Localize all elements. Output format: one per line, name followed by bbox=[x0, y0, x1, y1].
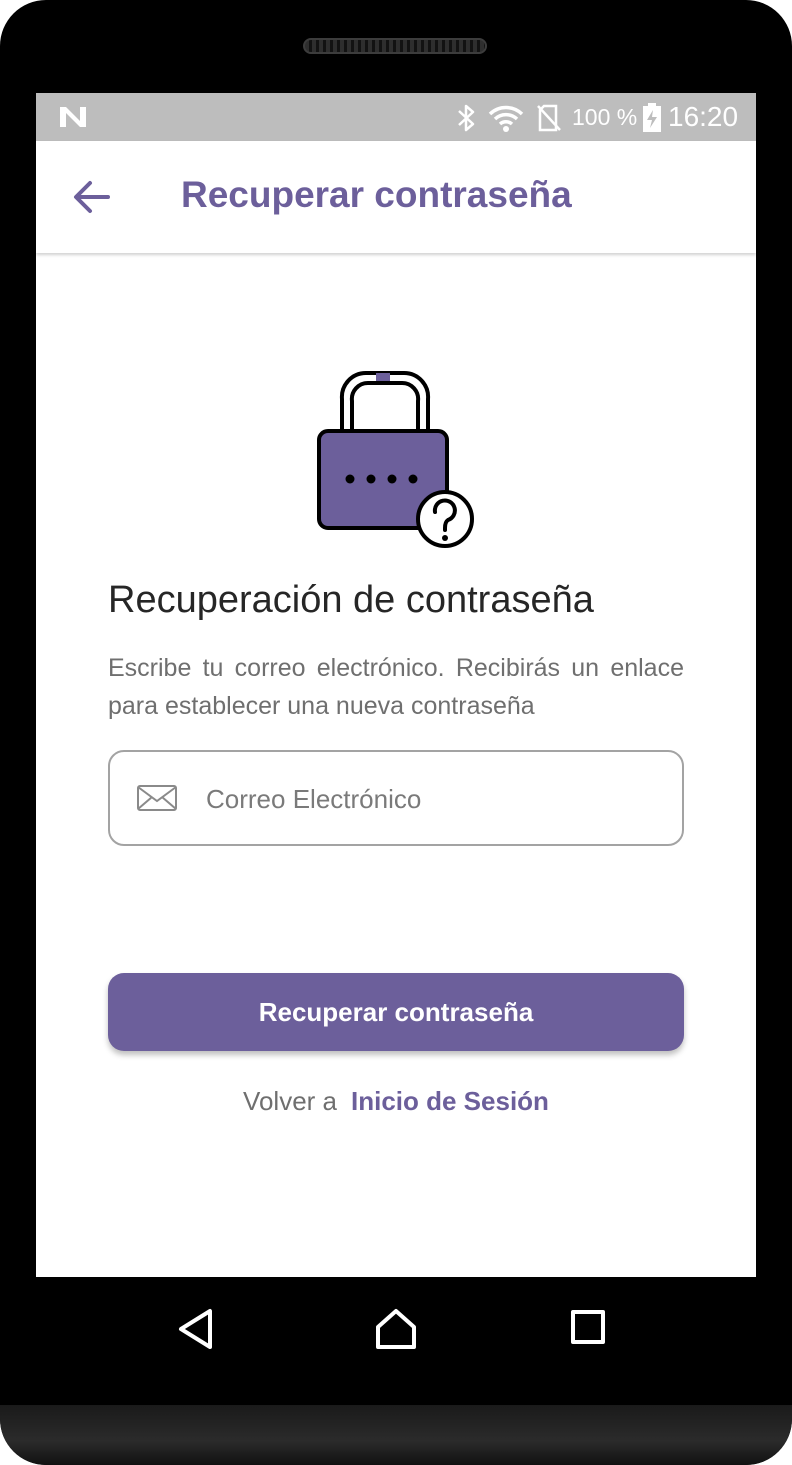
no-sim-icon bbox=[537, 104, 561, 132]
back-to-login: Volver a Inicio de Sesión bbox=[36, 1086, 756, 1117]
back-triangle-icon[interactable] bbox=[176, 1307, 216, 1351]
bluetooth-icon bbox=[458, 104, 475, 132]
email-field[interactable] bbox=[108, 750, 684, 846]
phone-speaker bbox=[303, 38, 487, 54]
back-to-login-prefix: Volver a bbox=[243, 1086, 337, 1116]
recovery-heading: Recuperación de contraseña bbox=[108, 579, 594, 621]
phone-chin bbox=[0, 1405, 792, 1465]
login-link[interactable]: Inicio de Sesión bbox=[351, 1086, 549, 1116]
email-input[interactable] bbox=[204, 772, 648, 826]
screen: 100 % 16:20 Recuperar contraseña Recuper… bbox=[36, 93, 756, 1277]
home-icon[interactable] bbox=[374, 1307, 418, 1351]
recovery-description: Escribe tu correo electrónico. Recibirás… bbox=[108, 654, 684, 720]
page-title: Recuperar contraseña bbox=[181, 174, 572, 215]
system-nav-bar bbox=[0, 1277, 792, 1405]
recover-password-button[interactable]: Recuperar contraseña bbox=[108, 973, 684, 1051]
n-notification-icon bbox=[60, 107, 86, 127]
battery-charging-icon bbox=[643, 103, 661, 132]
status-bar: 100 % 16:20 bbox=[36, 93, 756, 141]
recents-square-icon[interactable] bbox=[570, 1307, 606, 1347]
arrow-left-icon[interactable] bbox=[72, 179, 112, 215]
wifi-icon bbox=[488, 105, 524, 132]
status-clock: 16:20 bbox=[668, 101, 739, 132]
phone-frame: 100 % 16:20 Recuperar contraseña Recuper… bbox=[0, 0, 792, 1465]
mail-icon bbox=[137, 785, 177, 811]
battery-percentage: 100 % bbox=[572, 104, 638, 130]
lock-question-icon bbox=[317, 370, 474, 548]
app-bar: Recuperar contraseña bbox=[36, 141, 756, 253]
